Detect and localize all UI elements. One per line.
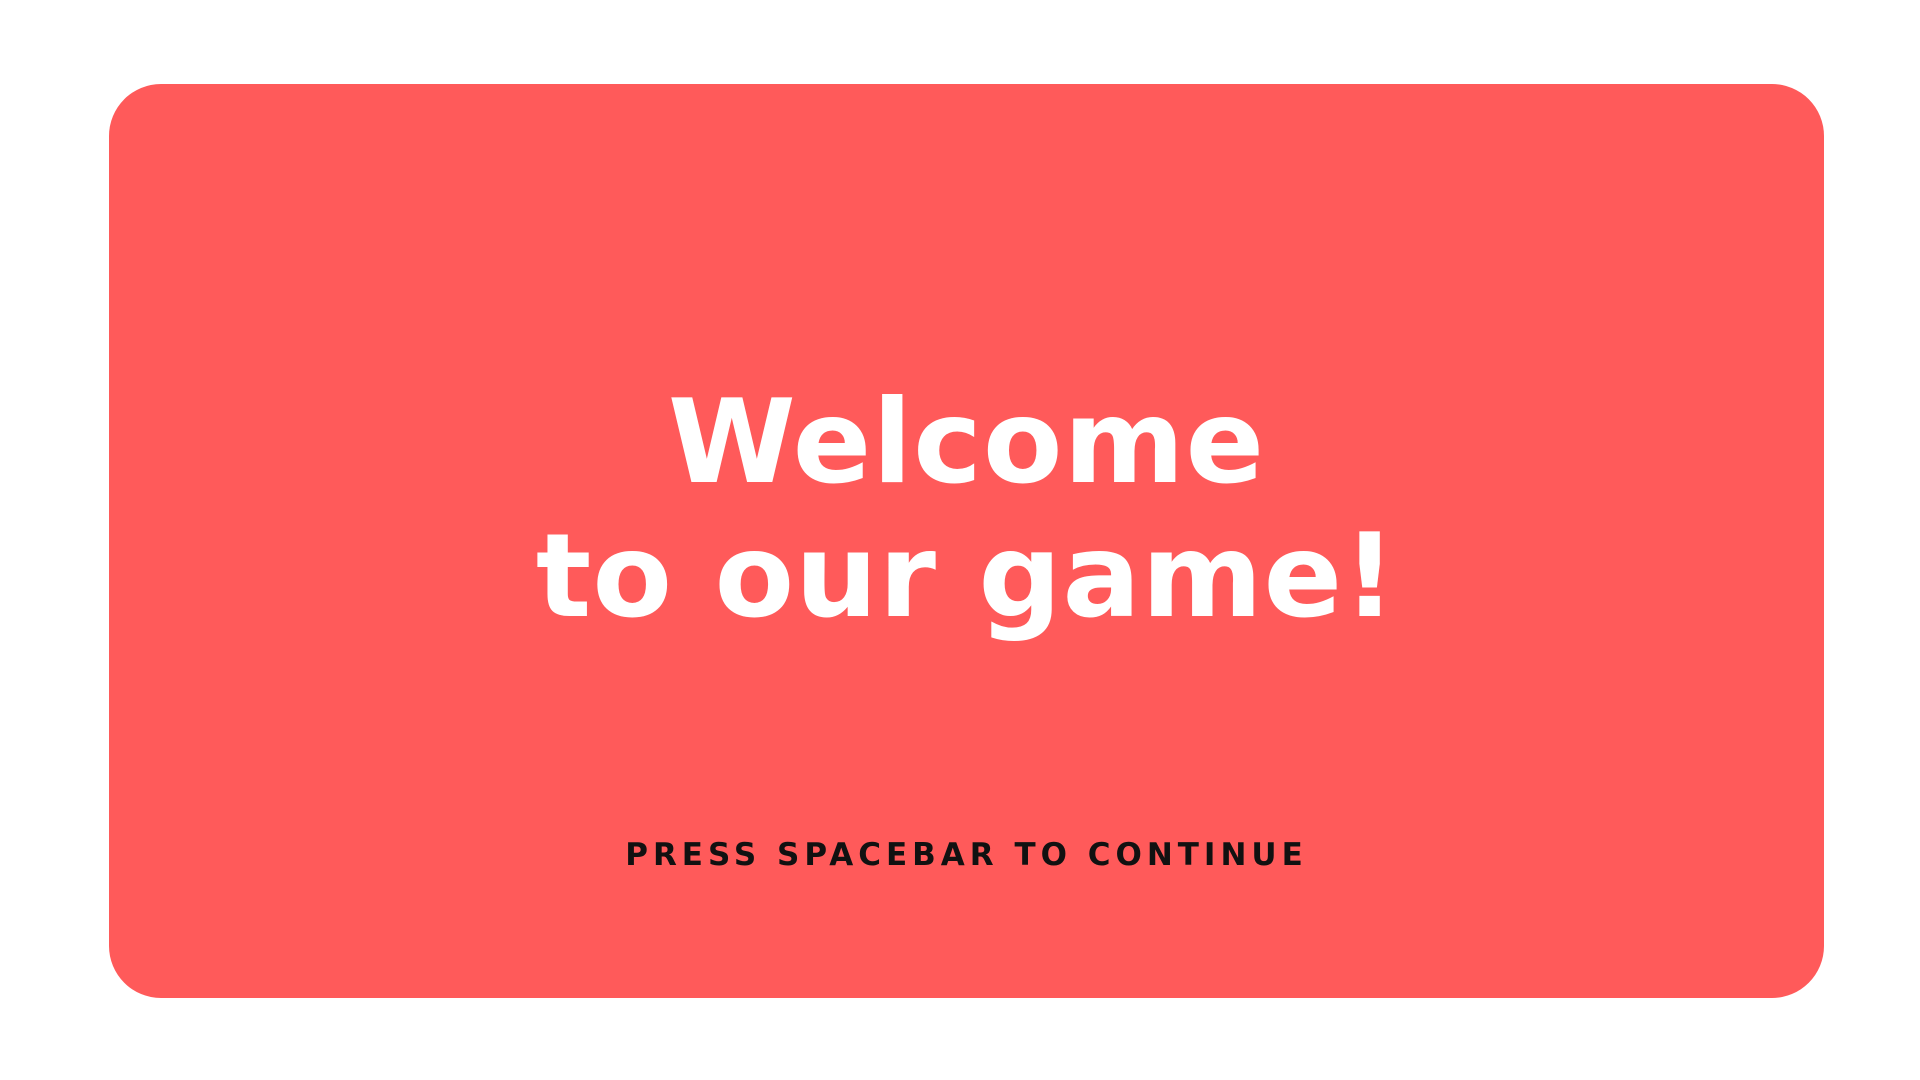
welcome-title-line-2: to our game!	[535, 509, 1398, 644]
welcome-title-line-1: Welcome	[667, 375, 1266, 510]
welcome-title: Welcome to our game!	[109, 376, 1824, 644]
game-welcome-screen[interactable]: Welcome to our game! PRESS SPACEBAR TO C…	[0, 0, 1920, 1080]
continue-prompt: PRESS SPACEBAR TO CONTINUE	[625, 837, 1308, 873]
welcome-panel[interactable]: Welcome to our game! PRESS SPACEBAR TO C…	[109, 84, 1824, 998]
